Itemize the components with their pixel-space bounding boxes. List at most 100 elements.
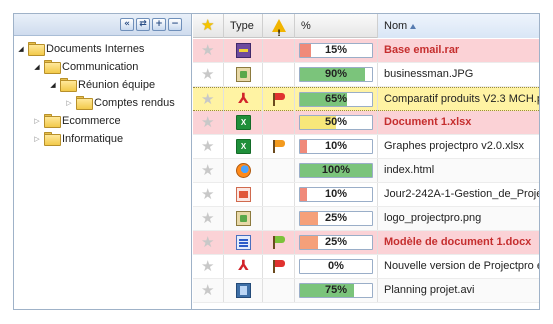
folder-tree-panel: « ⇄ + − ◢ Documents Internes ◢ Communicatio…: [14, 14, 192, 309]
progress-bar: 90%: [299, 67, 373, 82]
flag-cell: [263, 63, 295, 86]
file-name[interactable]: Graphes projectpro v2.0.xlsx: [384, 135, 524, 158]
flag-cell: [263, 88, 295, 111]
percent-column-header[interactable]: %: [295, 14, 378, 38]
name-cell: Jour2-242A-1-Gestion_de_Projet.ppt: [378, 183, 539, 206]
table-row[interactable]: ★ 15% Base email.rar: [193, 39, 539, 63]
tree-node[interactable]: ◢ Documents Internes: [16, 40, 144, 58]
table-row[interactable]: ★ ⅄ 65% Comparatif produits V2.3 MCH.pdf: [193, 87, 539, 111]
expanded-arrow-icon[interactable]: ◢: [48, 76, 58, 94]
flag-cell: [263, 111, 295, 134]
progress-cell: 100%: [295, 159, 378, 182]
refresh-icon[interactable]: ⇄: [136, 18, 150, 31]
table-row[interactable]: ★ X 50% Document 1.xlsx: [193, 111, 539, 135]
collapsed-arrow-icon[interactable]: ▷: [32, 112, 42, 130]
file-name[interactable]: Nouvelle version de Projectpro en ligne.…: [384, 255, 539, 278]
type-cell: [224, 63, 263, 86]
table-row[interactable]: ★ 75% Planning projet.avi: [193, 279, 539, 303]
type-cell: X: [224, 111, 263, 134]
file-name[interactable]: logo_projectpro.png: [384, 207, 481, 230]
progress-bar: 50%: [299, 115, 373, 130]
collapse-icon[interactable]: −: [168, 18, 182, 31]
excel-file-icon: X: [236, 115, 251, 130]
table-row[interactable]: ★ 10% Jour2-242A-1-Gestion_de_Projet.ppt: [193, 183, 539, 207]
favorite-column-header[interactable]: ★: [193, 14, 224, 38]
collapsed-arrow-icon[interactable]: ▷: [64, 94, 74, 112]
type-cell: [224, 183, 263, 206]
star-icon[interactable]: ★: [201, 163, 214, 178]
type-cell: [224, 207, 263, 230]
tree-node[interactable]: ◢ Réunion équipe: [48, 76, 155, 94]
flag-cell: [263, 159, 295, 182]
pdf-file-icon: ⅄: [238, 258, 249, 274]
collapsed-arrow-icon[interactable]: ▷: [32, 130, 42, 148]
star-icon[interactable]: ★: [201, 259, 214, 274]
alert-column-header[interactable]: !: [263, 14, 295, 39]
table-row[interactable]: ★ 90% businessman.JPG: [193, 63, 539, 87]
name-cell: Modèle de document 1.docx: [378, 231, 539, 254]
tree-node[interactable]: ▷ Informatique: [32, 130, 123, 148]
favorite-cell: ★: [193, 88, 224, 111]
favorite-cell: ★: [193, 255, 224, 278]
tree-node[interactable]: ◢ Communication: [32, 58, 138, 76]
flag-icon[interactable]: [273, 260, 285, 273]
table-row[interactable]: ★ 25% logo_projectpro.png: [193, 207, 539, 231]
file-name[interactable]: businessman.JPG: [384, 63, 473, 86]
expand-icon[interactable]: +: [152, 18, 166, 31]
table-row[interactable]: ★ 25% Modèle de document 1.docx: [193, 231, 539, 255]
type-column-header[interactable]: Type: [224, 14, 263, 38]
star-icon[interactable]: ★: [201, 115, 214, 130]
table-row[interactable]: ★ X 10% Graphes projectpro v2.0.xlsx: [193, 135, 539, 159]
table-row[interactable]: ★ 100% index.html: [193, 159, 539, 183]
favorite-cell: ★: [193, 39, 224, 62]
star-icon[interactable]: ★: [201, 43, 214, 58]
firefox-html-icon: [236, 163, 251, 178]
progress-cell: 90%: [295, 63, 378, 86]
star-icon[interactable]: ★: [201, 187, 214, 202]
progress-bar: 75%: [299, 283, 373, 298]
expanded-arrow-icon[interactable]: ◢: [16, 40, 26, 58]
grid-header: ★ Type ! % Nom: [193, 14, 539, 39]
flag-icon[interactable]: [273, 140, 285, 153]
folder-open-icon: [60, 78, 77, 93]
tree-node[interactable]: ▷ Comptes rendus: [64, 94, 175, 112]
powerpoint-file-icon: [236, 187, 251, 202]
collapse-all-icon[interactable]: «: [120, 18, 134, 31]
type-cell: ⅄: [224, 88, 263, 111]
star-icon[interactable]: ★: [201, 211, 214, 226]
flag-icon[interactable]: [273, 236, 285, 249]
tree-node-label: Informatique: [62, 133, 124, 145]
progress-bar: 65%: [299, 92, 373, 107]
file-name[interactable]: Document 1.xlsx: [384, 111, 471, 134]
file-name[interactable]: Comparatif produits V2.3 MCH.pdf: [384, 88, 539, 111]
progress-label: 25%: [324, 212, 348, 224]
tree-node[interactable]: ▷ Ecommerce: [32, 112, 121, 130]
name-cell: Planning projet.avi: [378, 279, 539, 302]
progress-cell: 65%: [295, 88, 378, 111]
file-name[interactable]: Planning projet.avi: [384, 279, 475, 302]
star-icon[interactable]: ★: [201, 139, 214, 154]
progress-label: 50%: [324, 116, 348, 128]
star-icon[interactable]: ★: [201, 235, 214, 250]
star-icon[interactable]: ★: [201, 92, 214, 107]
table-row[interactable]: ★ ⅄ 0% Nouvelle version de Projectpro en li…: [193, 255, 539, 279]
file-name[interactable]: Base email.rar: [384, 39, 459, 62]
star-icon[interactable]: ★: [201, 67, 214, 82]
flag-cell: [263, 207, 295, 230]
expanded-arrow-icon[interactable]: ◢: [32, 58, 42, 76]
progress-bar: 10%: [299, 139, 373, 154]
flag-icon[interactable]: [273, 93, 285, 106]
folder-icon: [44, 132, 61, 147]
name-column-header[interactable]: Nom: [378, 14, 539, 38]
folder-icon: [44, 114, 61, 129]
star-icon[interactable]: ★: [201, 283, 214, 298]
file-name[interactable]: Jour2-242A-1-Gestion_de_Projet.ppt: [384, 183, 539, 206]
progress-label: 75%: [324, 284, 348, 296]
favorite-cell: ★: [193, 183, 224, 206]
progress-cell: 10%: [295, 135, 378, 158]
progress-label: 65%: [324, 93, 348, 105]
progress-cell: 25%: [295, 231, 378, 254]
progress-label: 10%: [324, 188, 348, 200]
file-name[interactable]: index.html: [384, 159, 434, 182]
file-name[interactable]: Modèle de document 1.docx: [384, 231, 531, 254]
